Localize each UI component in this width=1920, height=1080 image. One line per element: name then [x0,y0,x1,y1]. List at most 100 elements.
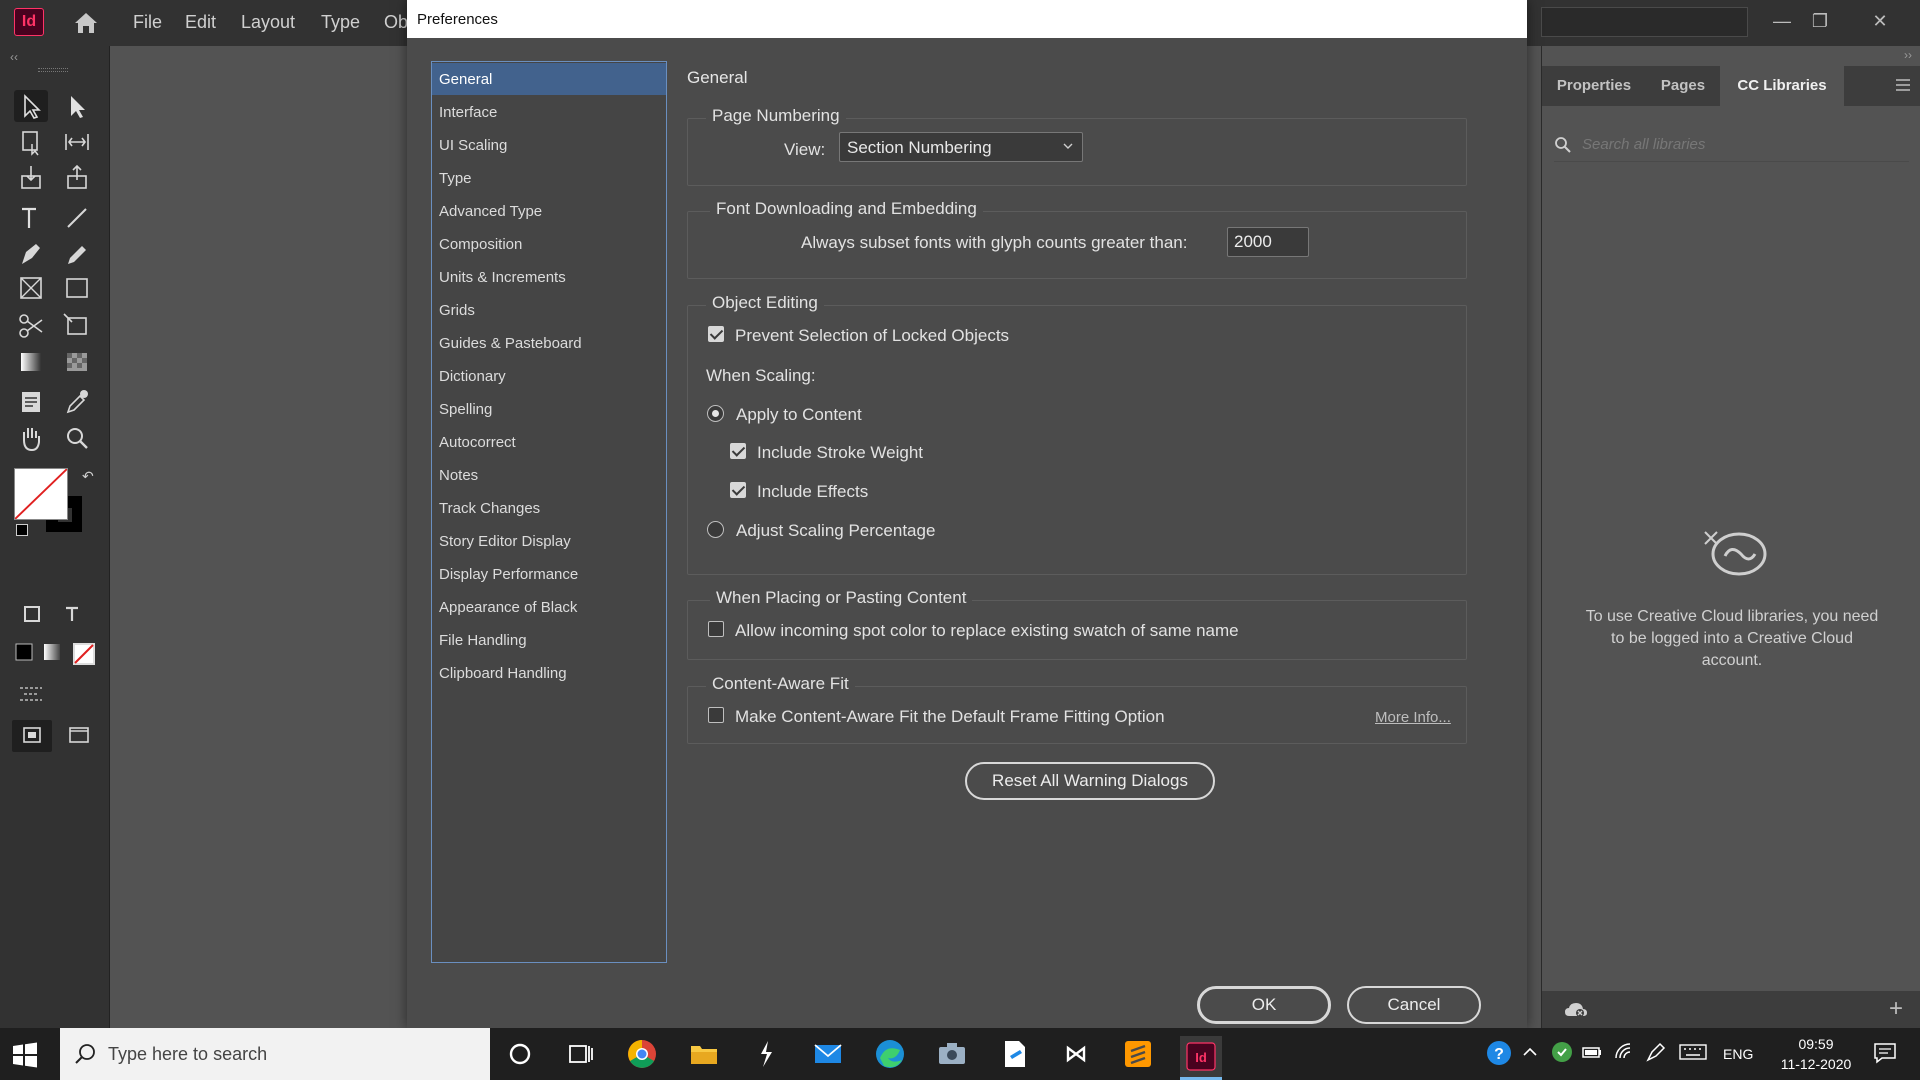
note-tool-icon[interactable] [14,386,48,418]
battery-icon[interactable] [1580,1040,1604,1064]
zoom-tool-icon[interactable] [60,422,94,454]
git-app-icon[interactable] [748,1036,784,1072]
panel-grip[interactable] [38,68,68,72]
category-file-handling[interactable]: File Handling [432,624,666,656]
clock-date[interactable]: 11-12-2020 [1770,1056,1862,1072]
gradient-feather-tool-icon[interactable] [60,346,94,378]
menu-type[interactable]: Type [321,12,360,33]
line-tool-icon[interactable] [60,202,94,234]
collapse-panel-icon[interactable]: ‹‹ [10,50,18,64]
cancel-button[interactable]: Cancel [1347,986,1481,1024]
type-tool-icon[interactable] [14,202,48,234]
category-notes[interactable]: Notes [432,459,666,491]
subset-glyph-count-input[interactable] [1227,227,1309,257]
formatting-container-icon[interactable] [20,602,44,626]
mail-icon[interactable] [810,1036,846,1072]
fill-none-swatch[interactable] [14,468,68,520]
pen-tool-icon[interactable] [14,238,48,270]
apply-gradient-icon[interactable] [42,642,62,662]
dialog-titlebar[interactable]: Preferences [407,0,1527,38]
show-hidden-icons-icon[interactable] [1520,1042,1540,1062]
file-explorer-icon[interactable] [686,1036,722,1072]
sync-app-icon[interactable] [1550,1040,1574,1064]
rectangle-tool-icon[interactable] [60,272,94,304]
category-units-increments[interactable]: Units & Increments [432,261,666,293]
free-transform-tool-icon[interactable] [60,310,94,342]
tab-properties[interactable]: Properties [1542,66,1646,106]
selection-tool-icon[interactable] [14,90,48,122]
language-indicator[interactable]: ENG [1723,1046,1753,1062]
reset-warning-dialogs-button[interactable]: Reset All Warning Dialogs [965,762,1215,800]
menu-edit[interactable]: Edit [185,12,216,33]
scissors-tool-icon[interactable] [14,310,48,342]
wifi-icon[interactable] [1612,1040,1636,1064]
library-search-field[interactable]: Search all libraries [1554,128,1909,162]
rectangle-frame-tool-icon[interactable] [14,272,48,304]
expand-panel-icon[interactable]: ›› [1904,48,1912,62]
tab-cc-libraries[interactable]: CC Libraries [1720,66,1844,106]
category-guides-pasteboard[interactable]: Guides & Pasteboard [432,327,666,359]
pen-workspace-icon[interactable] [1644,1040,1668,1064]
screen-mode-icon[interactable] [62,720,98,752]
menu-layout[interactable]: Layout [241,12,295,33]
category-type[interactable]: Type [432,162,666,194]
edge-icon[interactable] [872,1036,908,1072]
allow-spot-color-checkbox[interactable] [708,621,724,637]
cloud-sync-icon[interactable] [1564,1001,1588,1019]
category-general[interactable]: General [432,63,666,95]
gap-tool-icon[interactable] [60,126,94,158]
more-info-link[interactable]: More Info... [1375,709,1451,726]
apply-color-icon[interactable] [14,642,34,662]
gradient-swatch-tool-icon[interactable] [14,346,48,378]
stock-search-field[interactable] [1541,7,1748,37]
help-icon[interactable]: ? [1484,1038,1514,1068]
content-placer-tool-icon[interactable] [60,162,94,194]
fill-stroke-swatch[interactable]: ↶ [14,468,98,538]
tab-pages[interactable]: Pages [1646,66,1720,106]
normal-view-icon[interactable] [12,720,52,752]
chrome-icon[interactable] [624,1036,660,1072]
prevent-selection-checkbox[interactable] [708,326,724,342]
panel-menu-icon[interactable] [1895,78,1911,92]
ok-button[interactable]: OK [1197,986,1331,1024]
windows-start-icon[interactable] [10,1040,40,1070]
indesign-taskbar-icon[interactable]: Id [1180,1036,1222,1080]
page-numbering-view-select[interactable]: Section Numbering [839,132,1083,162]
page-tool-icon[interactable] [14,126,48,158]
cortana-icon[interactable] [502,1036,538,1072]
category-dictionary[interactable]: Dictionary [432,360,666,392]
camera-icon[interactable] [934,1036,970,1072]
menu-object[interactable]: Ob [384,12,408,33]
category-composition[interactable]: Composition [432,228,666,260]
direct-selection-tool-icon[interactable] [60,90,94,122]
adjust-scaling-radio[interactable] [707,521,724,538]
presentation-mode-icon[interactable] [16,682,46,706]
task-view-icon[interactable] [562,1036,598,1072]
visual-studio-icon[interactable] [1058,1036,1094,1072]
minimize-icon[interactable]: — [1764,6,1800,36]
category-autocorrect[interactable]: Autocorrect [432,426,666,458]
close-icon[interactable]: ✕ [1862,6,1898,36]
clock-time[interactable]: 09:59 [1786,1036,1846,1052]
include-stroke-weight-checkbox[interactable] [730,443,746,459]
category-track-changes[interactable]: Track Changes [432,492,666,524]
home-icon[interactable] [72,10,100,36]
sublime-text-icon[interactable] [1120,1036,1156,1072]
add-icon[interactable]: + [1889,995,1903,1023]
category-appearance-of-black[interactable]: Appearance of Black [432,591,666,623]
pencil-tool-icon[interactable] [60,238,94,270]
category-advanced-type[interactable]: Advanced Type [432,195,666,227]
document-editor-icon[interactable] [996,1036,1032,1072]
category-grids[interactable]: Grids [432,294,666,326]
touch-keyboard-icon[interactable] [1678,1040,1708,1064]
category-display-performance[interactable]: Display Performance [432,558,666,590]
restore-icon[interactable]: ❐ [1802,6,1838,36]
include-effects-checkbox[interactable] [730,482,746,498]
notification-center-icon[interactable] [1872,1040,1898,1066]
category-story-editor-display[interactable]: Story Editor Display [432,525,666,557]
taskbar-search-box[interactable]: Type here to search [60,1028,490,1080]
category-clipboard-handling[interactable]: Clipboard Handling [432,657,666,689]
category-spelling[interactable]: Spelling [432,393,666,425]
content-collector-tool-icon[interactable] [14,162,48,194]
menu-file[interactable]: File [133,12,162,33]
